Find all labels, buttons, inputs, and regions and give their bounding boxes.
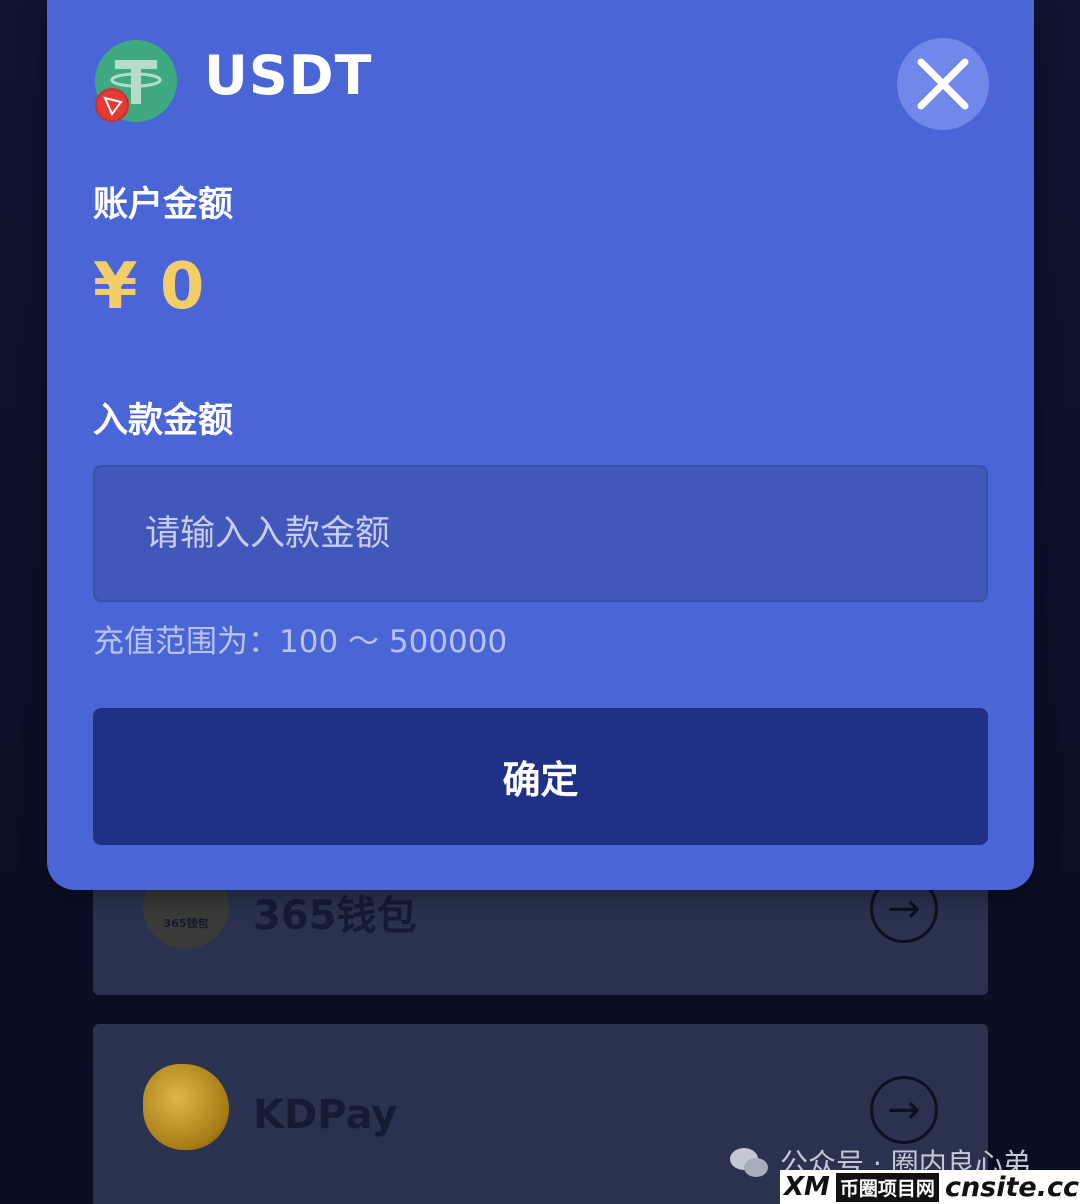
close-icon bbox=[917, 58, 969, 110]
site-badge: XM 币圈项目网 cnsite.cc bbox=[780, 1170, 1080, 1204]
wallet-kdpay-name: KDPay bbox=[253, 1092, 398, 1138]
confirm-button[interactable]: 确定 bbox=[93, 708, 988, 845]
tether-usdt-icon bbox=[95, 40, 177, 122]
deposit-label: 入款金额 bbox=[93, 401, 234, 441]
balance-value: ¥ 0 bbox=[93, 250, 205, 324]
wechat-icon bbox=[730, 1146, 770, 1178]
balance-label: 账户金额 bbox=[93, 185, 234, 225]
arrow-right-icon[interactable]: → bbox=[870, 1076, 938, 1144]
close-button[interactable] bbox=[897, 38, 989, 130]
wallet-365-name: 365钱包 bbox=[253, 893, 417, 939]
tron-icon bbox=[95, 88, 129, 122]
deposit-amount-input[interactable] bbox=[93, 465, 988, 602]
site-badge-brand: XM bbox=[784, 1172, 830, 1202]
wallet-kdpay-logo-icon bbox=[143, 1064, 229, 1150]
site-badge-name: 币圈项目网 bbox=[835, 1172, 939, 1202]
screen: 365钱包 365钱包 → KDPay → 公众号 · 圈内良心弟 XM 币圈项… bbox=[0, 0, 1080, 1204]
deposit-range-hint: 充值范围为：100 ～ 500000 bbox=[93, 624, 508, 660]
deposit-modal: USDT 账户金额 ¥ 0 入款金额 充值范围为：100 ～ 500000 确定 bbox=[47, 0, 1034, 890]
site-badge-url: cnsite.cc bbox=[944, 1171, 1079, 1203]
wallet-365-logo-text: 365钱包 bbox=[163, 917, 209, 930]
modal-title: USDT bbox=[204, 44, 373, 107]
